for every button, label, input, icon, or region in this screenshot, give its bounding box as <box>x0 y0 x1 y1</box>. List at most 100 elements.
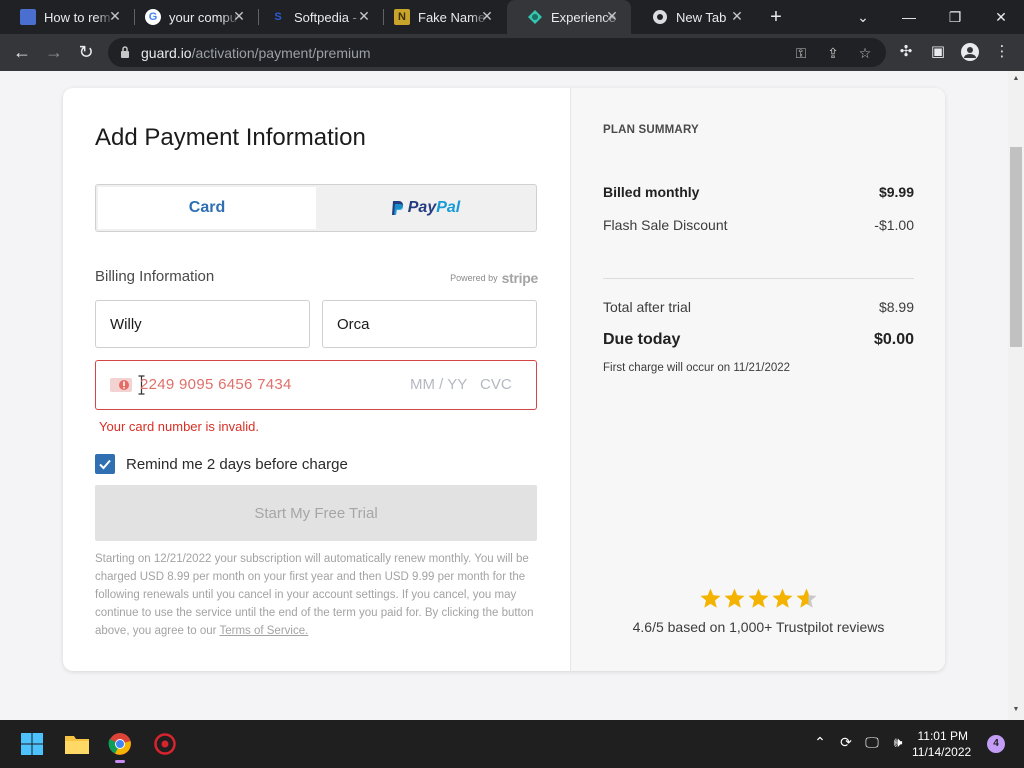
first-name-input[interactable] <box>96 301 309 347</box>
close-tab-icon[interactable]: ✕ <box>480 9 494 23</box>
browser-toolbar: ← → ↻ guard.io/activation/payment/premiu… <box>0 34 1024 71</box>
total-after-trial-value: $8.99 <box>878 299 914 315</box>
billed-monthly-label: Billed monthly <box>603 184 700 200</box>
lock-icon[interactable] <box>120 45 130 59</box>
side-panel-icon[interactable]: ▣ <box>926 40 950 64</box>
fakename-icon: N <box>394 9 410 25</box>
plan-summary-heading: PLAN SUMMARY <box>603 124 699 136</box>
star-icon <box>772 588 793 608</box>
trustpilot-rating: 4.6/5 based on 1,000+ Trustpilot reviews <box>632 619 885 635</box>
close-tab-icon[interactable]: ✕ <box>605 9 619 23</box>
discount-row: Flash Sale Discount -$1.00 <box>603 217 914 233</box>
star-icon <box>748 588 769 608</box>
taskbar-clock[interactable]: 11:01 PM 11/14/2022 <box>912 728 971 760</box>
scrollbar-thumb[interactable] <box>1010 147 1022 347</box>
card-error-message: Your card number is invalid. <box>99 419 259 434</box>
clock-time: 11:01 PM <box>917 729 968 743</box>
remind-checkbox[interactable] <box>95 454 115 474</box>
paypal-logo: PayPal <box>407 199 461 216</box>
forward-icon[interactable]: → <box>42 40 66 64</box>
scroll-up-arrow-icon[interactable]: ▲ <box>1012 75 1020 82</box>
due-today-value: $0.00 <box>873 331 914 348</box>
file-explorer-icon[interactable] <box>61 728 93 760</box>
volume-icon[interactable]: 🕪 <box>888 734 908 751</box>
address-bar[interactable]: guard.io/activation/payment/premium ⚿ ⇪ … <box>108 38 886 67</box>
cvc-input[interactable]: CVC <box>480 376 512 393</box>
paypal-icon <box>390 200 404 216</box>
terms-of-service-link[interactable]: Terms of Service. <box>219 625 308 637</box>
doc-icon <box>20 9 36 25</box>
close-tab-icon[interactable]: ✕ <box>108 9 122 23</box>
fine-print: Starting on 12/21/2022 your subscription… <box>95 553 534 637</box>
extensions-puzzle-icon[interactable]: ✣ <box>894 40 918 64</box>
security-app-icon[interactable] <box>149 728 181 760</box>
bookmark-star-icon[interactable]: ☆ <box>856 44 874 62</box>
chrome-icon <box>652 9 668 25</box>
share-icon[interactable]: ⇪ <box>824 44 842 62</box>
card-number-field[interactable]: 2249 9095 6456 7434 MM / YY CVC <box>95 360 537 410</box>
expiry-input[interactable]: MM / YY <box>410 376 467 393</box>
back-icon[interactable]: ← <box>10 40 34 64</box>
first-charge-note: First charge will occur on 11/21/2022 <box>603 362 791 374</box>
sync-alert-icon[interactable]: ⟳ <box>836 734 856 751</box>
card-number-value[interactable]: 2249 9095 6456 7434 <box>140 376 292 393</box>
star-icon <box>796 588 817 608</box>
page-scrollbar[interactable]: ▲ ▼ <box>1008 71 1024 720</box>
checkmark-icon <box>99 459 111 470</box>
tab-softpedia[interactable]: S Softpedia - ✕ <box>250 0 383 34</box>
due-today-label: Due today <box>603 331 681 348</box>
notification-badge[interactable]: 4 <box>987 735 1005 753</box>
reload-icon[interactable]: ↻ <box>74 40 98 64</box>
total-after-trial-row: Total after trial $8.99 <box>603 299 914 315</box>
tab-how-to-remove[interactable]: How to rem ✕ <box>0 0 134 34</box>
due-today-row: Due today $0.00 <box>603 331 914 349</box>
tab-fake-name[interactable]: N Fake Name ✕ <box>374 0 506 34</box>
tab-paypal[interactable]: PayPal <box>316 187 534 229</box>
page-title: Add Payment Information <box>95 124 366 151</box>
first-name-field[interactable] <box>95 300 310 348</box>
tab-experience[interactable]: Experience ✕ <box>507 0 631 34</box>
close-tab-icon[interactable]: ✕ <box>232 9 246 23</box>
payment-method-toggle: Card PayPal <box>95 184 537 232</box>
windows-start-icon[interactable] <box>16 728 48 760</box>
show-hidden-icons-chevron-icon[interactable]: ⌃ <box>810 734 830 751</box>
remind-label[interactable]: Remind me 2 days before charge <box>126 456 348 473</box>
windows-taskbar: ⌃ ⟳ 🖵 🕪 11:01 PM 11/14/2022 4 <box>0 720 1024 768</box>
card-error-icon <box>110 378 132 392</box>
chrome-taskbar-icon[interactable] <box>104 728 136 763</box>
close-tab-icon[interactable]: ✕ <box>357 9 371 23</box>
browser-tab-strip: How to rem ✕ G your compu ✕ S Softpedia … <box>0 0 1024 34</box>
stripe-logo: stripe <box>501 270 539 286</box>
key-icon[interactable]: ⚿ <box>792 44 810 62</box>
menu-kebab-icon[interactable]: ⋮ <box>990 40 1014 64</box>
url-text[interactable]: guard.io/activation/payment/premium <box>141 45 371 61</box>
billed-monthly-value: $9.99 <box>878 184 914 200</box>
minimize-icon[interactable]: — <box>886 0 932 34</box>
last-name-input[interactable] <box>323 301 536 347</box>
guardio-icon <box>527 9 543 25</box>
star-icon <box>700 588 721 608</box>
new-tab-plus-icon[interactable]: + <box>766 7 786 28</box>
tab-your-computer[interactable]: G your compu ✕ <box>125 0 258 34</box>
summary-divider <box>603 278 914 279</box>
payment-form: Add Payment Information Card PayPal Bill… <box>63 88 570 671</box>
tab-card[interactable]: Card <box>98 187 316 229</box>
discount-label: Flash Sale Discount <box>603 217 728 233</box>
plan-summary: PLAN SUMMARY Billed monthly $9.99 Flash … <box>570 88 945 671</box>
softpedia-icon: S <box>274 11 282 23</box>
close-tab-icon[interactable]: ✕ <box>730 9 744 23</box>
last-name-field[interactable] <box>322 300 537 348</box>
start-free-trial-button[interactable]: Start My Free Trial <box>95 485 537 541</box>
network-icon[interactable]: 🖵 <box>862 734 882 751</box>
tab-search-chevron-icon[interactable]: ⌄ <box>840 0 886 34</box>
billed-monthly-row: Billed monthly $9.99 <box>603 184 914 200</box>
scroll-down-arrow-icon[interactable]: ▼ <box>1012 706 1020 713</box>
total-after-trial-label: Total after trial <box>603 299 691 315</box>
tab-new-tab[interactable]: New Tab ✕ <box>632 0 756 34</box>
close-window-icon[interactable]: ✕ <box>978 0 1024 34</box>
profile-avatar-icon[interactable] <box>958 40 982 64</box>
star-icon <box>724 588 745 608</box>
page-viewport: Add Payment Information Card PayPal Bill… <box>0 71 1008 720</box>
trustpilot-stars <box>699 587 823 611</box>
maximize-icon[interactable]: ❐ <box>932 0 978 34</box>
